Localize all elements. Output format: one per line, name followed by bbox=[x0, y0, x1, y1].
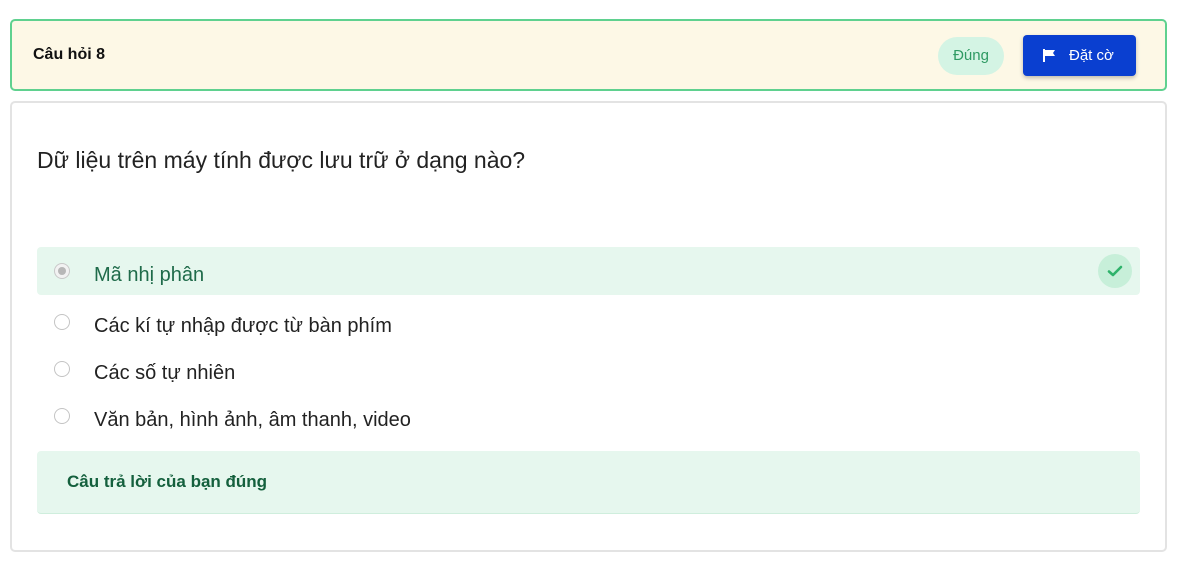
answer-option-2[interactable]: Các kí tự nhập được từ bàn phím bbox=[37, 298, 1140, 346]
answer-option-1[interactable]: Mã nhị phân bbox=[37, 247, 1140, 295]
question-text: Dữ liệu trên máy tính được lưu trữ ở dạn… bbox=[37, 147, 526, 173]
question-number: Câu hỏi 8 bbox=[33, 46, 106, 63]
check-icon bbox=[1098, 254, 1132, 288]
feedback-box: Câu trả lời của bạn đúng bbox=[37, 451, 1140, 514]
radio-button[interactable] bbox=[54, 361, 70, 377]
status-badge: Đúng bbox=[938, 37, 1004, 75]
answer-option-label: Các kí tự nhập được từ bàn phím bbox=[94, 315, 392, 337]
radio-button[interactable] bbox=[54, 314, 70, 330]
answer-option-label: Mã nhị phân bbox=[94, 264, 205, 286]
answer-option-4[interactable]: Văn bản, hình ảnh, âm thanh, video bbox=[37, 392, 1140, 440]
flag-button-label: Đặt cờ bbox=[1069, 47, 1114, 64]
answer-option-label: Các số tự nhiên bbox=[94, 362, 236, 384]
answer-option-3[interactable]: Các số tự nhiên bbox=[37, 345, 1140, 393]
radio-button[interactable] bbox=[54, 263, 70, 279]
flag-question-button[interactable]: Đặt cờ bbox=[1023, 35, 1136, 76]
question-header: Câu hỏi 8 Đúng Đặt cờ bbox=[10, 19, 1167, 91]
question-card: Dữ liệu trên máy tính được lưu trữ ở dạn… bbox=[10, 101, 1167, 552]
feedback-text: Câu trả lời của bạn đúng bbox=[67, 472, 268, 491]
radio-button[interactable] bbox=[54, 408, 70, 424]
flag-icon bbox=[1043, 49, 1055, 62]
answer-option-label: Văn bản, hình ảnh, âm thanh, video bbox=[94, 409, 411, 431]
